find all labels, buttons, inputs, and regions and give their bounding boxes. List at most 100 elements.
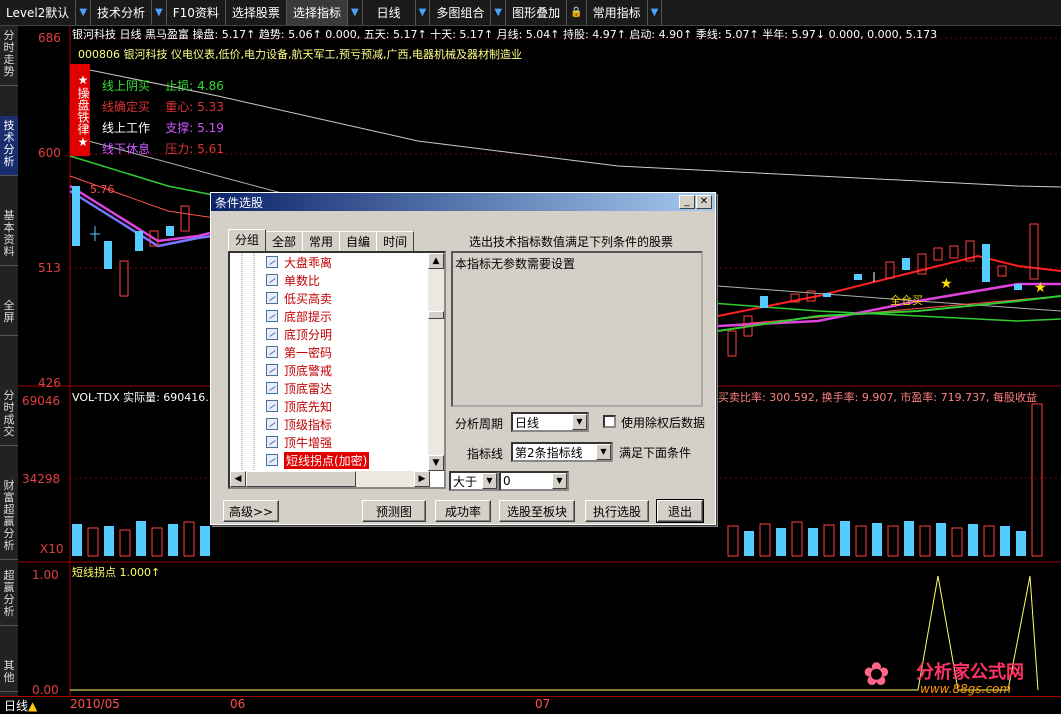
toolbar-overlay[interactable]: 图形叠加 xyxy=(506,0,568,25)
list-hscrollbar[interactable]: ◀ ▶ xyxy=(230,471,430,487)
formula-icon xyxy=(266,346,278,358)
dialog-titlebar[interactable]: 条件选股 _ ✕ xyxy=(211,193,715,211)
formula-icon xyxy=(266,382,278,394)
dialog-header: 选出技术指标数值满足下列条件的股票 xyxy=(469,235,674,249)
sidebar-tab-wealth[interactable]: 财富超赢分析 xyxy=(0,476,18,560)
list-item[interactable]: 底部提示 xyxy=(266,307,332,325)
scroll-up-icon[interactable]: ▲ xyxy=(428,253,444,269)
date-tick: 2010/05 xyxy=(70,697,120,711)
volume-tick: 69046 xyxy=(22,394,61,408)
preview-button[interactable]: 预测图 xyxy=(362,500,426,522)
compare-select[interactable]: 大于 ▼ xyxy=(449,471,499,491)
list-item[interactable]: 顶底先知 xyxy=(266,397,332,415)
toolbar-dropdown-icon[interactable]: ▼ xyxy=(152,0,167,25)
toolbar-select-indicator[interactable]: 选择指标 xyxy=(286,0,348,25)
tab-group[interactable]: 分组 xyxy=(228,229,267,252)
sidebar-tab-super[interactable]: 超赢分析 xyxy=(0,566,18,626)
adjusted-data-checkbox[interactable] xyxy=(603,415,616,428)
star-icon: ★ xyxy=(940,276,953,292)
line-label: 指标线 xyxy=(467,447,504,461)
volume-title: VOL-TDX 实际量: 690416. xyxy=(72,391,209,404)
sidebar-tab-intraday[interactable]: 分时走势 xyxy=(0,26,18,86)
toolbar-dropdown-icon[interactable]: ▼ xyxy=(648,0,663,25)
toolbar-f10[interactable]: F10资料 xyxy=(167,0,226,25)
scroll-thumb[interactable] xyxy=(428,311,444,319)
toolbar-select-stock[interactable]: 选择股票 xyxy=(226,0,287,25)
list-item[interactable]: 顶底警戒 xyxy=(266,361,332,379)
list-item[interactable]: 顶牛增强 xyxy=(266,433,332,451)
list-item-selected[interactable]: 短线拐点(加密) xyxy=(266,451,370,469)
scroll-right-icon[interactable]: ▶ xyxy=(414,471,430,487)
period-select[interactable]: 日线 ▼ xyxy=(511,412,589,432)
toolbar-common-indicator[interactable]: 常用指标 xyxy=(587,0,648,25)
sidebar-tab-fundamentals[interactable]: 基本资料 xyxy=(0,206,18,266)
list-item[interactable]: 第一密码 xyxy=(266,343,332,361)
indicator-list[interactable]: 大盘乖离 单数比 低买高卖 底部提示 底顶分明 第一密码 顶底警戒 顶底雷达 顶… xyxy=(228,251,446,489)
toolbar-dropdown-icon[interactable]: ▼ xyxy=(76,0,92,25)
formula-icon xyxy=(266,364,278,376)
annotation: 全仓买 xyxy=(890,294,923,307)
rule-left: 线下休息 xyxy=(102,142,151,156)
toolbar-dropdown-icon[interactable]: ▼ xyxy=(348,0,363,25)
watermark-url: www.88gs.com xyxy=(920,682,1012,696)
sidebar-tab-trades[interactable]: 分时成交 xyxy=(0,386,18,446)
list-item[interactable]: 顶底雷达 xyxy=(266,379,332,397)
formula-icon xyxy=(266,436,278,448)
line-select[interactable]: 第2条指标线 ▼ xyxy=(511,442,613,462)
dropdown-icon[interactable]: ▼ xyxy=(482,473,497,489)
indicator-title: 短线拐点 1.000↑ xyxy=(72,566,161,579)
list-vscrollbar[interactable]: ▲ ▼ xyxy=(428,253,444,471)
rule-right: 重心: 5.33 xyxy=(165,100,224,114)
volume-tick: 34298 xyxy=(22,472,61,486)
date-tick: 06 xyxy=(230,697,246,711)
hscroll-thumb[interactable] xyxy=(246,471,356,487)
lock-icon[interactable]: 🔒 xyxy=(567,0,587,25)
scroll-left-icon[interactable]: ◀ xyxy=(230,471,246,487)
price-tick: 513 xyxy=(38,261,61,275)
exit-button[interactable]: 退出 xyxy=(656,499,704,523)
volume-unit: X10 xyxy=(40,542,64,556)
success-rate-button[interactable]: 成功率 xyxy=(435,500,491,522)
indicator-tick: 0.00 xyxy=(32,683,59,697)
toolbar-tech-analysis[interactable]: 技术分析 xyxy=(91,0,153,25)
sidebar-tab-other[interactable]: 其他 xyxy=(0,656,18,692)
threshold-select[interactable]: 0 ▼ xyxy=(499,471,569,491)
rule-left: 线上阴买 xyxy=(102,79,151,93)
minimize-icon[interactable]: _ xyxy=(679,195,695,209)
rules-badge: ★操盘铁律★ xyxy=(70,64,90,156)
toolbar-dropdown-icon[interactable]: ▼ xyxy=(491,0,507,25)
scroll-down-icon[interactable]: ▼ xyxy=(428,455,444,471)
advanced-button[interactable]: 高级>> xyxy=(223,500,279,522)
toolbar-dropdown-icon[interactable]: ▼ xyxy=(416,0,431,25)
list-item[interactable]: 底顶分明 xyxy=(266,325,332,343)
left-value: 5.76 xyxy=(90,183,115,196)
toolbar-multi-chart[interactable]: 多图组合 xyxy=(430,0,492,25)
formula-icon xyxy=(266,274,278,286)
period-label[interactable]: 日线▲ xyxy=(0,697,70,714)
execute-button[interactable]: 执行选股 xyxy=(585,500,649,522)
price-tick: 600 xyxy=(38,146,61,160)
list-item[interactable]: 单数比 xyxy=(266,271,320,289)
dialog-title: 条件选股 xyxy=(215,195,264,210)
bottom-bar: 日线▲ 2010/05 06 07 xyxy=(0,696,1061,714)
formula-icon xyxy=(266,256,278,268)
watermark-name: 分析家公式网 xyxy=(916,662,1024,683)
formula-icon xyxy=(266,418,278,430)
formula-icon xyxy=(266,310,278,322)
toolbar-level2[interactable]: Level2默认 xyxy=(0,0,77,25)
dropdown-icon[interactable]: ▼ xyxy=(552,473,567,489)
toolbar-period[interactable]: 日线 xyxy=(363,0,416,25)
close-icon[interactable]: ✕ xyxy=(696,195,712,209)
list-item[interactable]: 低买高卖 xyxy=(266,289,332,307)
sidebar-tab-technical[interactable]: 技术分析 xyxy=(0,116,18,176)
to-block-button[interactable]: 选股至板块 xyxy=(499,500,575,522)
dropdown-icon[interactable]: ▼ xyxy=(596,444,611,460)
formula-icon xyxy=(266,328,278,340)
sidebar-tab-fullscreen[interactable]: 全屏 xyxy=(0,296,18,336)
price-tick: 686 xyxy=(38,31,61,45)
rules-list: 线上阴买 止损: 4.86 线确定买 重心: 5.33 线上工作 支撑: 5.1… xyxy=(102,76,224,160)
rule-right: 止损: 4.86 xyxy=(165,79,224,93)
dropdown-icon[interactable]: ▼ xyxy=(572,414,587,430)
list-item[interactable]: 大盘乖离 xyxy=(266,253,332,271)
list-item[interactable]: 顶级指标 xyxy=(266,415,332,433)
